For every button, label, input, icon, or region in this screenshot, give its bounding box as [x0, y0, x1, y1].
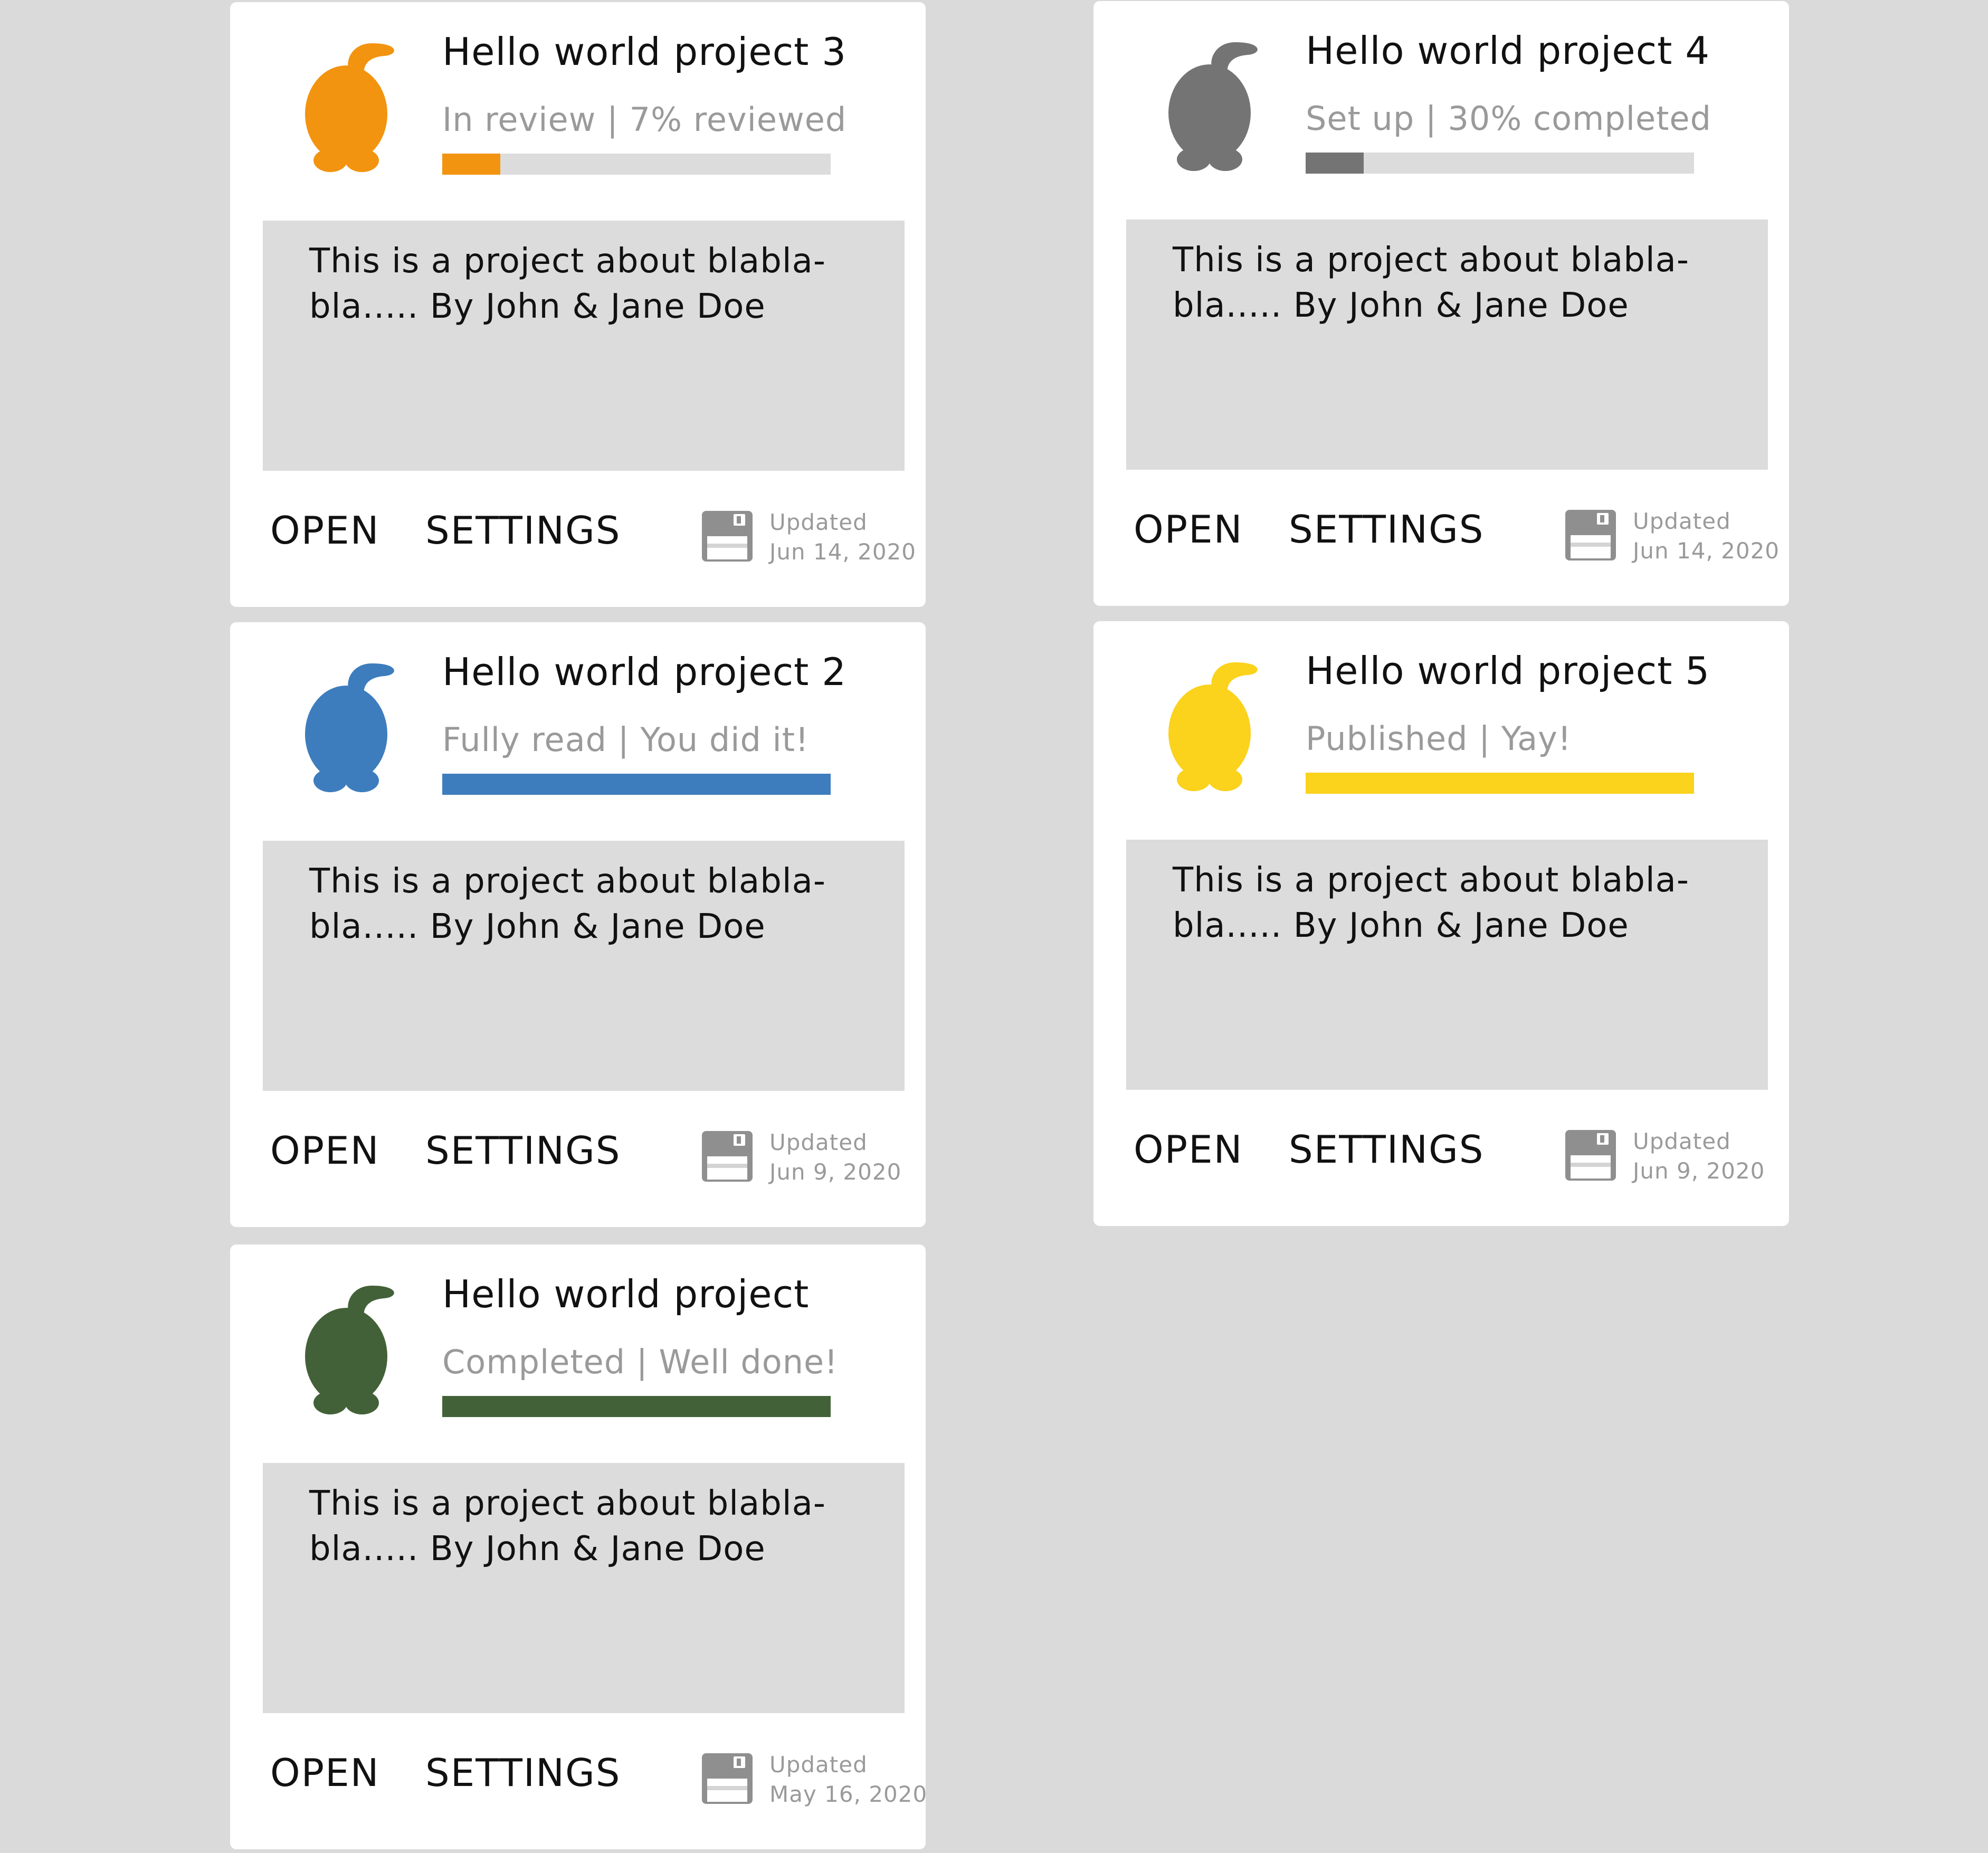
- updated-date: Jun 14, 2020: [1633, 538, 1780, 564]
- progress-fill: [442, 1396, 831, 1417]
- updated-info: Updated Jun 9, 2020: [1633, 1127, 1765, 1186]
- updated-date: May 16, 2020: [769, 1781, 928, 1807]
- project-card: Hello world project 3 In review | 7% rev…: [230, 2, 926, 607]
- settings-button[interactable]: SETTINGS: [425, 1132, 621, 1170]
- floppy-disk-icon: [702, 1753, 753, 1804]
- progress-fill: [442, 154, 501, 175]
- project-description: This is a project about blabla-bla..... …: [309, 1484, 826, 1569]
- project-title: Hello world project 5: [1306, 649, 1710, 693]
- project-status: Published | Yay!: [1306, 719, 1572, 758]
- mascot-icon: [305, 43, 394, 172]
- mascot-icon: [1168, 42, 1258, 171]
- description-box: This is a project about blabla-bla..... …: [1126, 220, 1768, 470]
- progress-fill: [442, 774, 831, 795]
- project-status: Fully read | You did it!: [442, 720, 809, 759]
- mascot-icon: [305, 1285, 394, 1414]
- progress-bar: [1306, 153, 1694, 174]
- updated-label: Updated: [1633, 1128, 1731, 1154]
- description-box: This is a project about blabla-bla..... …: [263, 841, 905, 1091]
- project-title: Hello world project 3: [442, 30, 847, 74]
- floppy-disk-icon: [1565, 510, 1616, 560]
- floppy-disk-icon: [702, 511, 753, 562]
- settings-button[interactable]: SETTINGS: [425, 511, 621, 549]
- project-description: This is a project about blabla-bla..... …: [1173, 861, 1689, 945]
- project-title: Hello world project 4: [1306, 28, 1710, 73]
- description-box: This is a project about blabla-bla..... …: [1126, 840, 1768, 1090]
- progress-fill: [1306, 773, 1694, 794]
- updated-label: Updated: [769, 1129, 868, 1155]
- progress-bar: [442, 154, 831, 175]
- settings-button[interactable]: SETTINGS: [1289, 510, 1484, 548]
- open-button[interactable]: OPEN: [270, 1754, 379, 1792]
- updated-date: Jun 9, 2020: [769, 1159, 902, 1185]
- project-description: This is a project about blabla-bla..... …: [309, 242, 826, 326]
- progress-bar: [442, 1396, 831, 1417]
- mascot-icon: [305, 663, 394, 792]
- project-title: Hello world project 2: [442, 650, 847, 694]
- mascot-icon: [1168, 662, 1258, 791]
- updated-date: Jun 14, 2020: [769, 539, 917, 565]
- description-box: This is a project about blabla-bla..... …: [263, 221, 905, 471]
- open-button[interactable]: OPEN: [1134, 1130, 1243, 1168]
- settings-button[interactable]: SETTINGS: [425, 1754, 621, 1792]
- project-card: Hello world project 2 Fully read | You d…: [230, 622, 926, 1227]
- project-card: Hello world project Completed | Well don…: [230, 1244, 927, 1849]
- open-button[interactable]: OPEN: [270, 511, 379, 549]
- updated-info: Updated Jun 9, 2020: [769, 1128, 901, 1187]
- updated-label: Updated: [769, 1752, 868, 1778]
- project-status: Completed | Well done!: [442, 1343, 839, 1381]
- project-card: Hello world project 4 Set up | 30% compl…: [1093, 1, 1789, 606]
- description-box: This is a project about blabla-bla..... …: [263, 1463, 905, 1713]
- floppy-disk-icon: [1565, 1130, 1616, 1181]
- updated-info: Updated Jun 14, 2020: [1633, 507, 1780, 566]
- progress-bar: [442, 774, 831, 795]
- floppy-disk-icon: [702, 1131, 753, 1182]
- project-card: Hello world project 5 Published | Yay! T…: [1093, 621, 1789, 1226]
- open-button[interactable]: OPEN: [270, 1132, 379, 1170]
- updated-label: Updated: [769, 509, 868, 535]
- project-status: In review | 7% reviewed: [442, 100, 847, 139]
- progress-bar: [1306, 773, 1694, 794]
- project-description: This is a project about blabla-bla..... …: [309, 862, 826, 946]
- updated-info: Updated May 16, 2020: [769, 1750, 927, 1809]
- updated-label: Updated: [1633, 508, 1731, 534]
- project-title: Hello world project: [442, 1272, 810, 1316]
- progress-fill: [1306, 153, 1364, 174]
- updated-date: Jun 9, 2020: [1633, 1158, 1765, 1184]
- settings-button[interactable]: SETTINGS: [1289, 1130, 1484, 1168]
- open-button[interactable]: OPEN: [1134, 510, 1243, 548]
- updated-info: Updated Jun 14, 2020: [769, 508, 916, 567]
- project-description: This is a project about blabla-bla..... …: [1173, 241, 1689, 325]
- project-status: Set up | 30% completed: [1306, 99, 1711, 138]
